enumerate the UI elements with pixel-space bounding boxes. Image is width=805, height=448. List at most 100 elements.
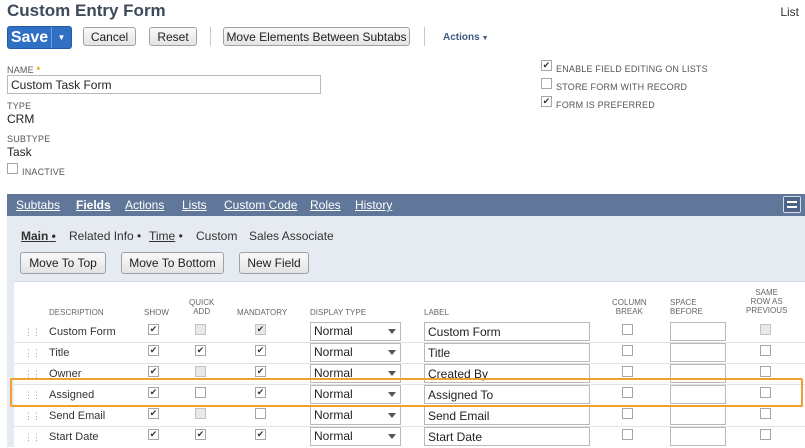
tab-lists[interactable]: Lists (182, 198, 207, 212)
toolbar-divider (424, 27, 425, 46)
same-row-checkbox (760, 324, 771, 335)
select-arrow-icon (388, 434, 396, 439)
column-break-checkbox[interactable] (622, 429, 633, 440)
name-label: NAME * (7, 65, 41, 75)
space-before-select[interactable] (670, 322, 726, 341)
row-description: Title (49, 347, 70, 359)
column-break-checkbox[interactable] (622, 345, 633, 356)
column-header-column-break: COLUMN BREAK (612, 298, 647, 316)
subtab-time[interactable]: Time • (149, 229, 183, 243)
drag-handle-icon[interactable]: ⋮⋮ (24, 411, 41, 422)
mandatory-checkbox (255, 324, 266, 335)
toolbar-divider (210, 27, 211, 46)
subtype-value: Task (7, 145, 32, 159)
save-button[interactable]: Save ▼ (7, 26, 72, 49)
column-header-mandatory: MANDATORY (237, 308, 288, 317)
form-preferred-checkbox[interactable] (541, 96, 552, 107)
quick-add-checkbox[interactable] (195, 429, 206, 440)
enable-field-editing-label: ENABLE FIELD EDITING ON LISTS (556, 64, 708, 74)
move-to-top-button[interactable]: Move To Top (20, 252, 106, 274)
select-arrow-icon (388, 350, 396, 355)
tab-fields[interactable]: Fields (76, 198, 111, 212)
column-header-show: SHOW (144, 308, 169, 317)
same-row-checkbox[interactable] (760, 345, 771, 356)
show-checkbox[interactable] (148, 429, 159, 440)
column-break-checkbox[interactable] (622, 366, 633, 377)
select-arrow-icon (388, 329, 396, 334)
mandatory-checkbox[interactable] (255, 408, 266, 419)
show-checkbox[interactable] (148, 366, 159, 377)
space-before-select[interactable] (670, 406, 726, 425)
save-button-label[interactable]: Save (8, 27, 51, 48)
same-row-checkbox[interactable] (760, 408, 771, 419)
display-type-select[interactable]: Normal (310, 427, 401, 446)
mandatory-checkbox[interactable] (255, 429, 266, 440)
subtab-related-info[interactable]: Related Info • (69, 229, 141, 243)
mandatory-checkbox[interactable] (255, 366, 266, 377)
tab-subtabs[interactable]: Subtabs (16, 198, 60, 212)
tab-roles[interactable]: Roles (310, 198, 341, 212)
inactive-checkbox[interactable] (7, 163, 18, 174)
display-type-select[interactable]: Normal (310, 343, 401, 362)
drag-handle-icon[interactable]: ⋮⋮ (24, 432, 41, 443)
caret-down-icon: ▼ (479, 35, 489, 42)
type-value: CRM (7, 112, 35, 126)
cancel-button[interactable]: Cancel (83, 27, 136, 46)
quick-add-checkbox (195, 366, 206, 377)
label-input[interactable] (424, 343, 590, 362)
column-header-quick-add: QUICK ADD (189, 298, 215, 316)
show-checkbox[interactable] (148, 324, 159, 335)
subtab-main[interactable]: Main • (21, 229, 56, 243)
actions-label[interactable]: Actions (443, 32, 480, 43)
row-description: Send Email (49, 410, 106, 422)
page-title: Custom Entry Form (7, 1, 166, 20)
tab-actions[interactable]: Actions (125, 198, 164, 212)
actions-menu[interactable]: Actions ▼ (443, 32, 489, 43)
enable-field-editing-checkbox[interactable] (541, 60, 552, 71)
name-input[interactable] (7, 75, 321, 94)
select-arrow-icon (388, 371, 396, 376)
label-input[interactable] (424, 406, 590, 425)
row-highlight-box (10, 378, 803, 407)
space-before-select[interactable] (670, 343, 726, 362)
subtab-custom[interactable]: Custom (196, 229, 237, 243)
display-type-select[interactable]: Normal (310, 322, 401, 341)
column-header-same-row: SAME ROW AS PREVIOUS (746, 288, 788, 315)
tab-history[interactable]: History (355, 198, 392, 212)
column-header-description: DESCRIPTION (49, 308, 104, 317)
select-arrow-icon (388, 413, 396, 418)
save-dropdown-icon[interactable]: ▼ (51, 27, 71, 48)
column-break-checkbox[interactable] (622, 408, 633, 419)
label-input[interactable] (424, 322, 590, 341)
form-preferred-label: FORM IS PREFERRED (556, 100, 655, 110)
row-description: Start Date (49, 431, 99, 443)
show-checkbox[interactable] (148, 408, 159, 419)
column-break-checkbox[interactable] (622, 324, 633, 335)
show-checkbox[interactable] (148, 345, 159, 356)
same-row-checkbox[interactable] (760, 366, 771, 377)
layout-menu-icon[interactable] (783, 196, 801, 213)
same-row-checkbox[interactable] (760, 429, 771, 440)
mandatory-checkbox[interactable] (255, 345, 266, 356)
display-type-select[interactable]: Normal (310, 406, 401, 425)
store-form-checkbox[interactable] (541, 78, 552, 89)
tab-custom-code[interactable]: Custom Code (224, 198, 297, 212)
drag-handle-icon[interactable]: ⋮⋮ (24, 327, 41, 338)
drag-handle-icon[interactable]: ⋮⋮ (24, 348, 41, 359)
quick-add-checkbox (195, 408, 206, 419)
new-field-button[interactable]: New Field (239, 252, 309, 274)
move-elements-button[interactable]: Move Elements Between Subtabs (223, 27, 410, 46)
required-marker: * (36, 65, 41, 75)
column-header-display-type: DISPLAY TYPE (310, 308, 367, 317)
label-input[interactable] (424, 427, 590, 446)
column-header-label: LABEL (424, 308, 449, 317)
inactive-label: INACTIVE (22, 167, 66, 177)
quick-add-checkbox[interactable] (195, 345, 206, 356)
main-tab-bar: Subtabs Fields Actions Lists Custom Code… (7, 194, 805, 216)
list-link[interactable]: List (780, 5, 799, 19)
subtab-sales-associate[interactable]: Sales Associate (249, 229, 334, 243)
reset-button[interactable]: Reset (149, 27, 197, 46)
move-to-bottom-button[interactable]: Move To Bottom (121, 252, 224, 274)
store-form-label: STORE FORM WITH RECORD (556, 82, 688, 92)
space-before-select[interactable] (670, 427, 726, 446)
